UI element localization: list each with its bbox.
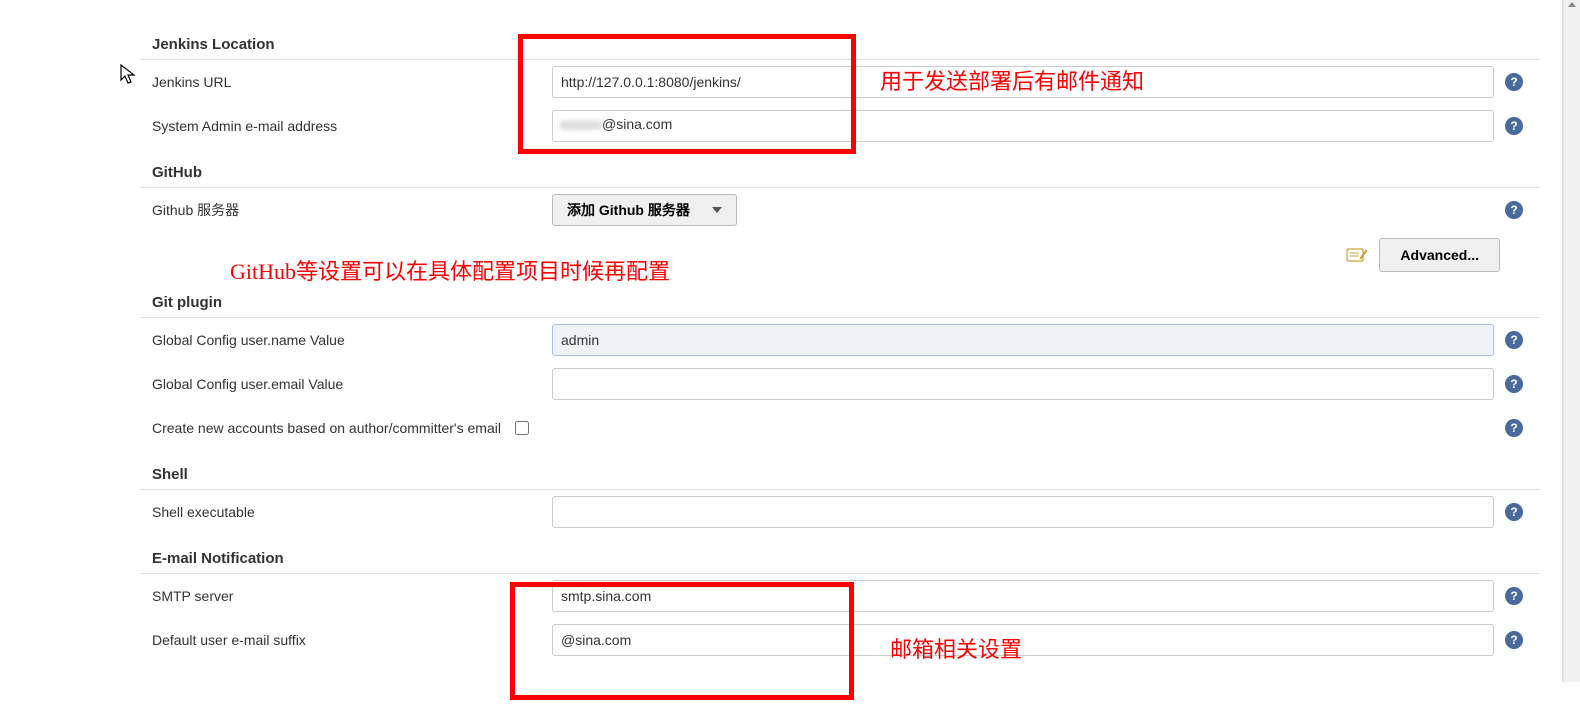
- input-git-useremail[interactable]: [552, 368, 1494, 400]
- section-git-plugin: Git plugin: [140, 288, 1540, 318]
- row-git-username: Global Config user.name Value ?: [140, 318, 1540, 362]
- config-form: Jenkins Location Jenkins URL ? System Ad…: [0, 0, 1580, 682]
- label-smtp-server: SMTP server: [152, 588, 552, 604]
- row-admin-email: System Admin e-mail address xxxxxx @sina…: [140, 104, 1540, 148]
- row-github-advanced: Advanced...: [140, 232, 1540, 278]
- input-shell-exec[interactable]: [552, 496, 1494, 528]
- section-jenkins-location: Jenkins Location: [140, 30, 1540, 60]
- label-admin-email: System Admin e-mail address: [152, 118, 552, 134]
- checkbox-create-accounts[interactable]: [515, 421, 529, 435]
- help-icon[interactable]: ?: [1500, 587, 1528, 605]
- row-shell-exec: Shell executable ?: [140, 490, 1540, 534]
- help-icon[interactable]: ?: [1500, 73, 1528, 91]
- label-git-username: Global Config user.name Value: [152, 332, 552, 348]
- help-icon[interactable]: ?: [1500, 331, 1528, 349]
- row-default-suffix: Default user e-mail suffix ?: [140, 618, 1540, 662]
- edit-icon: [1345, 245, 1369, 265]
- advanced-button[interactable]: Advanced...: [1379, 238, 1500, 272]
- help-icon[interactable]: ?: [1500, 503, 1528, 521]
- help-icon[interactable]: ?: [1500, 375, 1528, 393]
- help-icon[interactable]: ?: [1500, 201, 1528, 219]
- label-github-servers: Github 服务器: [152, 200, 552, 220]
- row-create-accounts: Create new accounts based on author/comm…: [140, 406, 1540, 450]
- row-git-useremail: Global Config user.email Value ?: [140, 362, 1540, 406]
- row-jenkins-url: Jenkins URL ?: [140, 60, 1540, 104]
- caret-down-icon: [712, 207, 722, 213]
- label-default-suffix: Default user e-mail suffix: [152, 632, 552, 648]
- vertical-scrollbar[interactable]: [1563, 0, 1580, 682]
- add-github-server-button[interactable]: 添加 Github 服务器: [552, 194, 737, 226]
- label-create-accounts: Create new accounts based on author/comm…: [152, 420, 501, 436]
- row-smtp-server: SMTP server ?: [140, 574, 1540, 618]
- input-smtp-server[interactable]: [552, 580, 1494, 612]
- input-default-suffix[interactable]: [552, 624, 1494, 656]
- input-git-username[interactable]: [552, 324, 1494, 356]
- section-shell: Shell: [140, 460, 1540, 490]
- help-icon[interactable]: ?: [1500, 117, 1528, 135]
- label-shell-exec: Shell executable: [152, 504, 552, 520]
- section-email-notification: E-mail Notification: [140, 544, 1540, 574]
- help-icon[interactable]: ?: [1500, 419, 1528, 437]
- label-jenkins-url: Jenkins URL: [152, 74, 552, 90]
- label-git-useremail: Global Config user.email Value: [152, 376, 552, 392]
- add-github-server-label: 添加 Github 服务器: [567, 200, 690, 220]
- row-github-servers: Github 服务器 添加 Github 服务器 ?: [140, 188, 1540, 232]
- section-github: GitHub: [140, 158, 1540, 188]
- input-jenkins-url[interactable]: [552, 66, 1494, 98]
- help-icon[interactable]: ?: [1500, 631, 1528, 649]
- input-admin-email[interactable]: [552, 110, 1494, 142]
